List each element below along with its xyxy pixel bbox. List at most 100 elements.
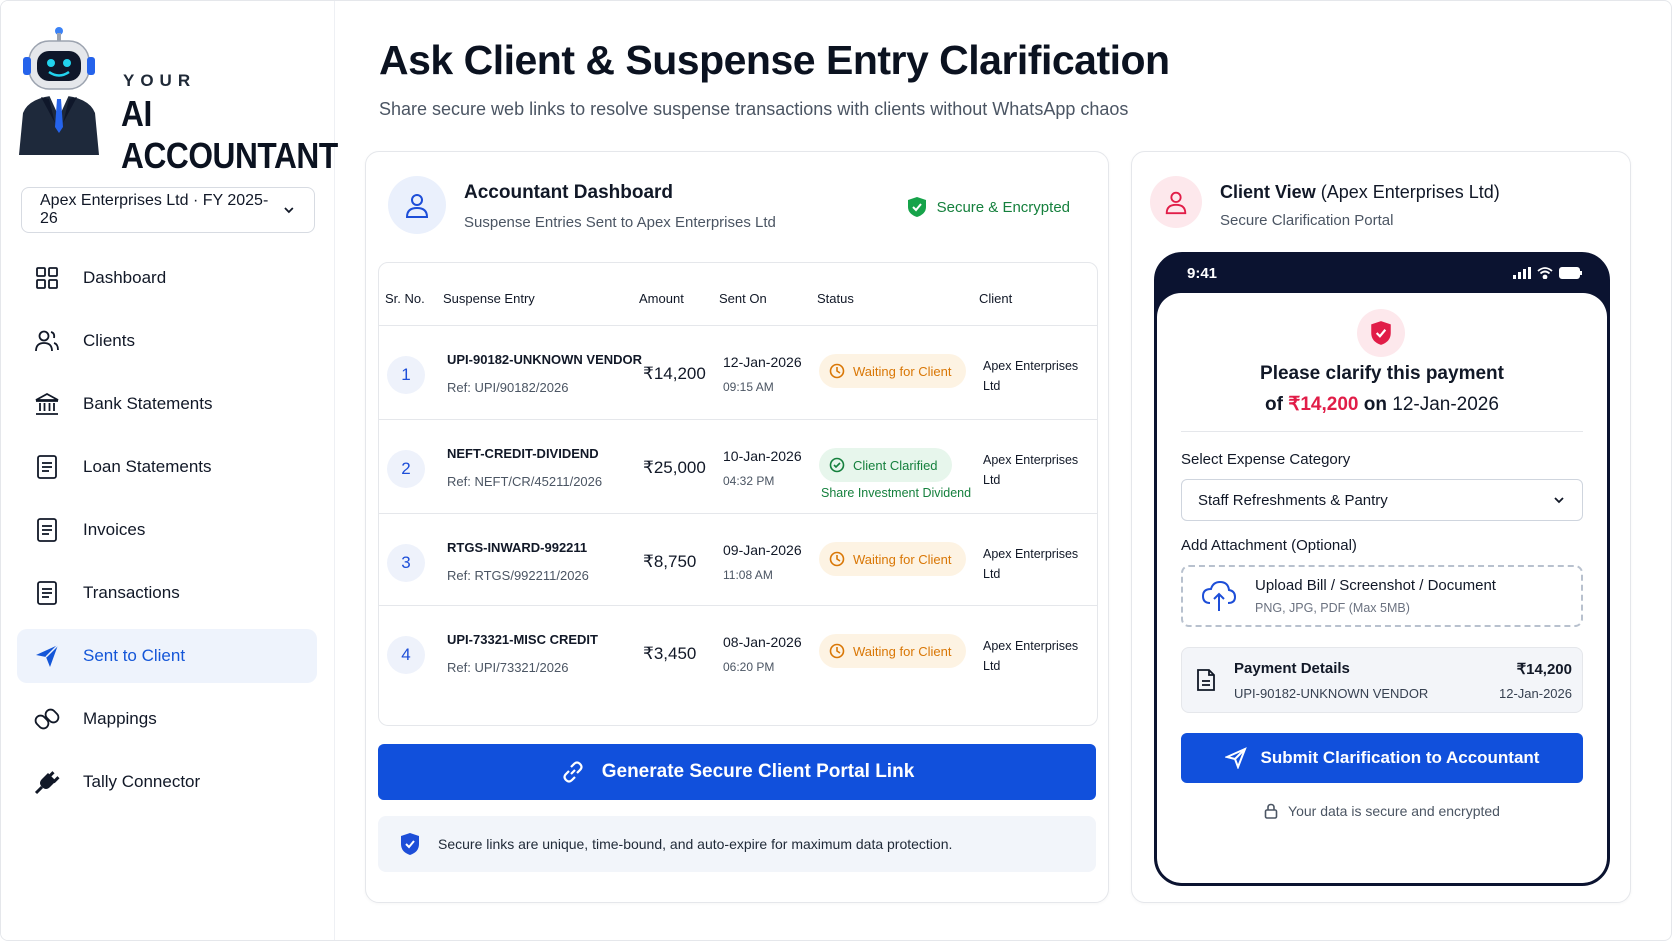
sidebar-item-transactions[interactable]: Transactions [17, 566, 317, 620]
phone-status-bar: 9:41 [1157, 255, 1607, 295]
column-header: Suspense Entry [443, 291, 535, 306]
company-fy-select[interactable]: Apex Enterprises Ltd · FY 2025-26 [21, 187, 315, 233]
clarify-of: of [1265, 394, 1289, 415]
entry-amount: ₹14,200 [643, 364, 706, 383]
column-header: Sr. No. [385, 291, 425, 306]
sidebar-item-tally-connector[interactable]: Tally Connector [17, 755, 317, 809]
status-badge: Waiting for Client [819, 354, 966, 388]
row-number: 2 [387, 450, 425, 488]
user-icon [388, 176, 446, 234]
row-number: 1 [387, 356, 425, 394]
expense-category-select[interactable]: Staff Refreshments & Pantry [1181, 479, 1583, 521]
sent-date: 12-Jan-2026 [723, 354, 802, 370]
sidebar-item-label: Dashboard [83, 268, 167, 287]
sidebar-item-bank-statements[interactable]: Bank Statements [17, 377, 317, 431]
client-view-title: Client View (Apex Enterprises Ltd) [1220, 182, 1500, 203]
sent-date: 09-Jan-2026 [723, 542, 802, 558]
table-row[interactable]: 4 UPI-73321-MISC CREDIT Ref: UPI/73321/2… [379, 605, 1097, 703]
status-label: Waiting for Client [853, 551, 952, 567]
clock-icon [829, 551, 845, 567]
entry-ref: Ref: UPI/73321/2026 [447, 660, 569, 675]
upload-title: Upload Bill / Screenshot / Document [1255, 577, 1496, 594]
sidebar-item-dashboard[interactable]: Dashboard [17, 251, 317, 305]
entry-amount: ₹3,450 [643, 644, 697, 663]
suspense-entry: NEFT-CREDIT-DIVIDEND [447, 446, 599, 461]
attachment-label: Add Attachment (Optional) [1181, 537, 1357, 554]
sidebar-item-invoices[interactable]: Invoices [17, 503, 317, 557]
suspense-entry: UPI-73321-MISC CREDIT [447, 632, 598, 647]
submit-clarification-button[interactable]: Submit Clarification to Accountant [1181, 733, 1583, 783]
phone-status-icons [1513, 267, 1583, 279]
status-badge: Waiting for Client [819, 542, 966, 576]
sidebar-item-label: Loan Statements [83, 457, 212, 476]
sidebar-item-label: Mappings [83, 709, 157, 728]
suspense-entry: RTGS-INWARD-992211 [447, 540, 588, 555]
link-icon [563, 761, 583, 783]
table-row[interactable]: 3 RTGS-INWARD-992211 Ref: RTGS/992211/20… [379, 513, 1097, 611]
clarify-on: on [1358, 394, 1393, 415]
clock-icon [829, 643, 845, 659]
clarify-amount-line: of ₹14,200 on 12-Jan-2026 [1157, 393, 1607, 416]
entry-amount: ₹8,750 [643, 552, 697, 571]
generate-link-button[interactable]: Generate Secure Client Portal Link [378, 744, 1096, 800]
clarify-heading: Please clarify this payment [1157, 363, 1607, 385]
shield-check-icon [907, 197, 926, 217]
cloud-upload-icon [1201, 580, 1237, 611]
column-header: Client [979, 291, 1013, 306]
client-name: Apex Enterprises Ltd [983, 453, 1079, 487]
expense-category-label: Select Expense Category [1181, 451, 1351, 468]
sent-time: 06:20 PM [723, 660, 775, 674]
client-view-title-bold: Client View [1220, 182, 1316, 202]
client-name: Apex Enterprises Ltd [983, 359, 1079, 393]
company-select-value: Apex Enterprises Ltd · FY 2025-26 [40, 192, 269, 227]
brand-name: AI ACCOUNTANT [121, 93, 338, 176]
payment-details-box: Payment Details UPI-90182-UNKNOWN VENDOR… [1181, 647, 1583, 713]
divider [1181, 431, 1583, 432]
document-icon [33, 516, 61, 544]
status-label: Waiting for Client [853, 363, 952, 379]
table-row[interactable]: 1 UPI-90182-UNKNOWN VENDOR Ref: UPI/9018… [379, 325, 1097, 423]
paper-plane-icon [1224, 747, 1247, 769]
user-icon [1150, 176, 1202, 228]
shield-check-icon [1357, 309, 1405, 357]
page-title: Ask Client & Suspense Entry Clarificatio… [379, 37, 1170, 83]
secure-note-text: Your data is secure and encrypted [1288, 803, 1500, 819]
sidebar-item-label: Invoices [83, 520, 146, 539]
phone-time: 9:41 [1187, 265, 1218, 282]
client-name: Apex Enterprises Ltd [983, 547, 1079, 581]
sidebar-item-label: Sent to Client [83, 646, 186, 665]
security-info-text: Secure links are unique, time-bound, and… [438, 836, 953, 852]
sidebar-item-mappings[interactable]: Mappings [17, 692, 317, 746]
row-number: 4 [387, 636, 425, 674]
phone-mockup: 9:41 Please clarify this payment of ₹14,… [1154, 252, 1610, 886]
sent-date: 10-Jan-2026 [723, 448, 802, 464]
submit-label: Submit Clarification to Accountant [1260, 748, 1540, 767]
expense-category-value: Staff Refreshments & Pantry [1198, 491, 1388, 509]
entry-ref: Ref: RTGS/992211/2026 [447, 568, 589, 583]
row-number: 3 [387, 544, 425, 582]
chevron-down-icon [1554, 497, 1564, 504]
entry-amount: ₹25,000 [643, 458, 706, 477]
phone-screen: Please clarify this payment of ₹14,200 o… [1157, 293, 1607, 883]
sidebar-item-label: Clients [83, 331, 135, 350]
document-icon [33, 453, 61, 481]
client-name: Apex Enterprises Ltd [983, 639, 1079, 673]
sidebar-item-label: Transactions [83, 583, 180, 602]
sidebar-item-loan-statements[interactable]: Loan Statements [17, 440, 317, 494]
sent-time: 11:08 AM [723, 568, 773, 582]
entry-ref: Ref: UPI/90182/2026 [447, 380, 569, 395]
sidebar-item-sent-to-client[interactable]: Sent to Client [17, 629, 317, 683]
payment-entry: UPI-90182-UNKNOWN VENDOR [1234, 686, 1429, 701]
sent-date: 08-Jan-2026 [723, 634, 802, 650]
upload-dropzone[interactable]: Upload Bill / Screenshot / Document PNG,… [1181, 565, 1583, 627]
column-header: Sent On [719, 291, 767, 306]
table-row[interactable]: 2 NEFT-CREDIT-DIVIDEND Ref: NEFT/CR/4521… [379, 419, 1097, 517]
status-badge: Waiting for Client [819, 634, 966, 668]
sent-time: 04:32 PM [723, 474, 775, 488]
clarification-note: Share Investment Dividend [821, 486, 972, 500]
wifi-icon [1537, 267, 1553, 279]
dashboard-subtitle: Suspense Entries Sent to Apex Enterprise… [464, 214, 776, 231]
shield-check-icon [401, 833, 419, 855]
document-icon [33, 579, 61, 607]
sidebar-item-clients[interactable]: Clients [17, 314, 317, 368]
